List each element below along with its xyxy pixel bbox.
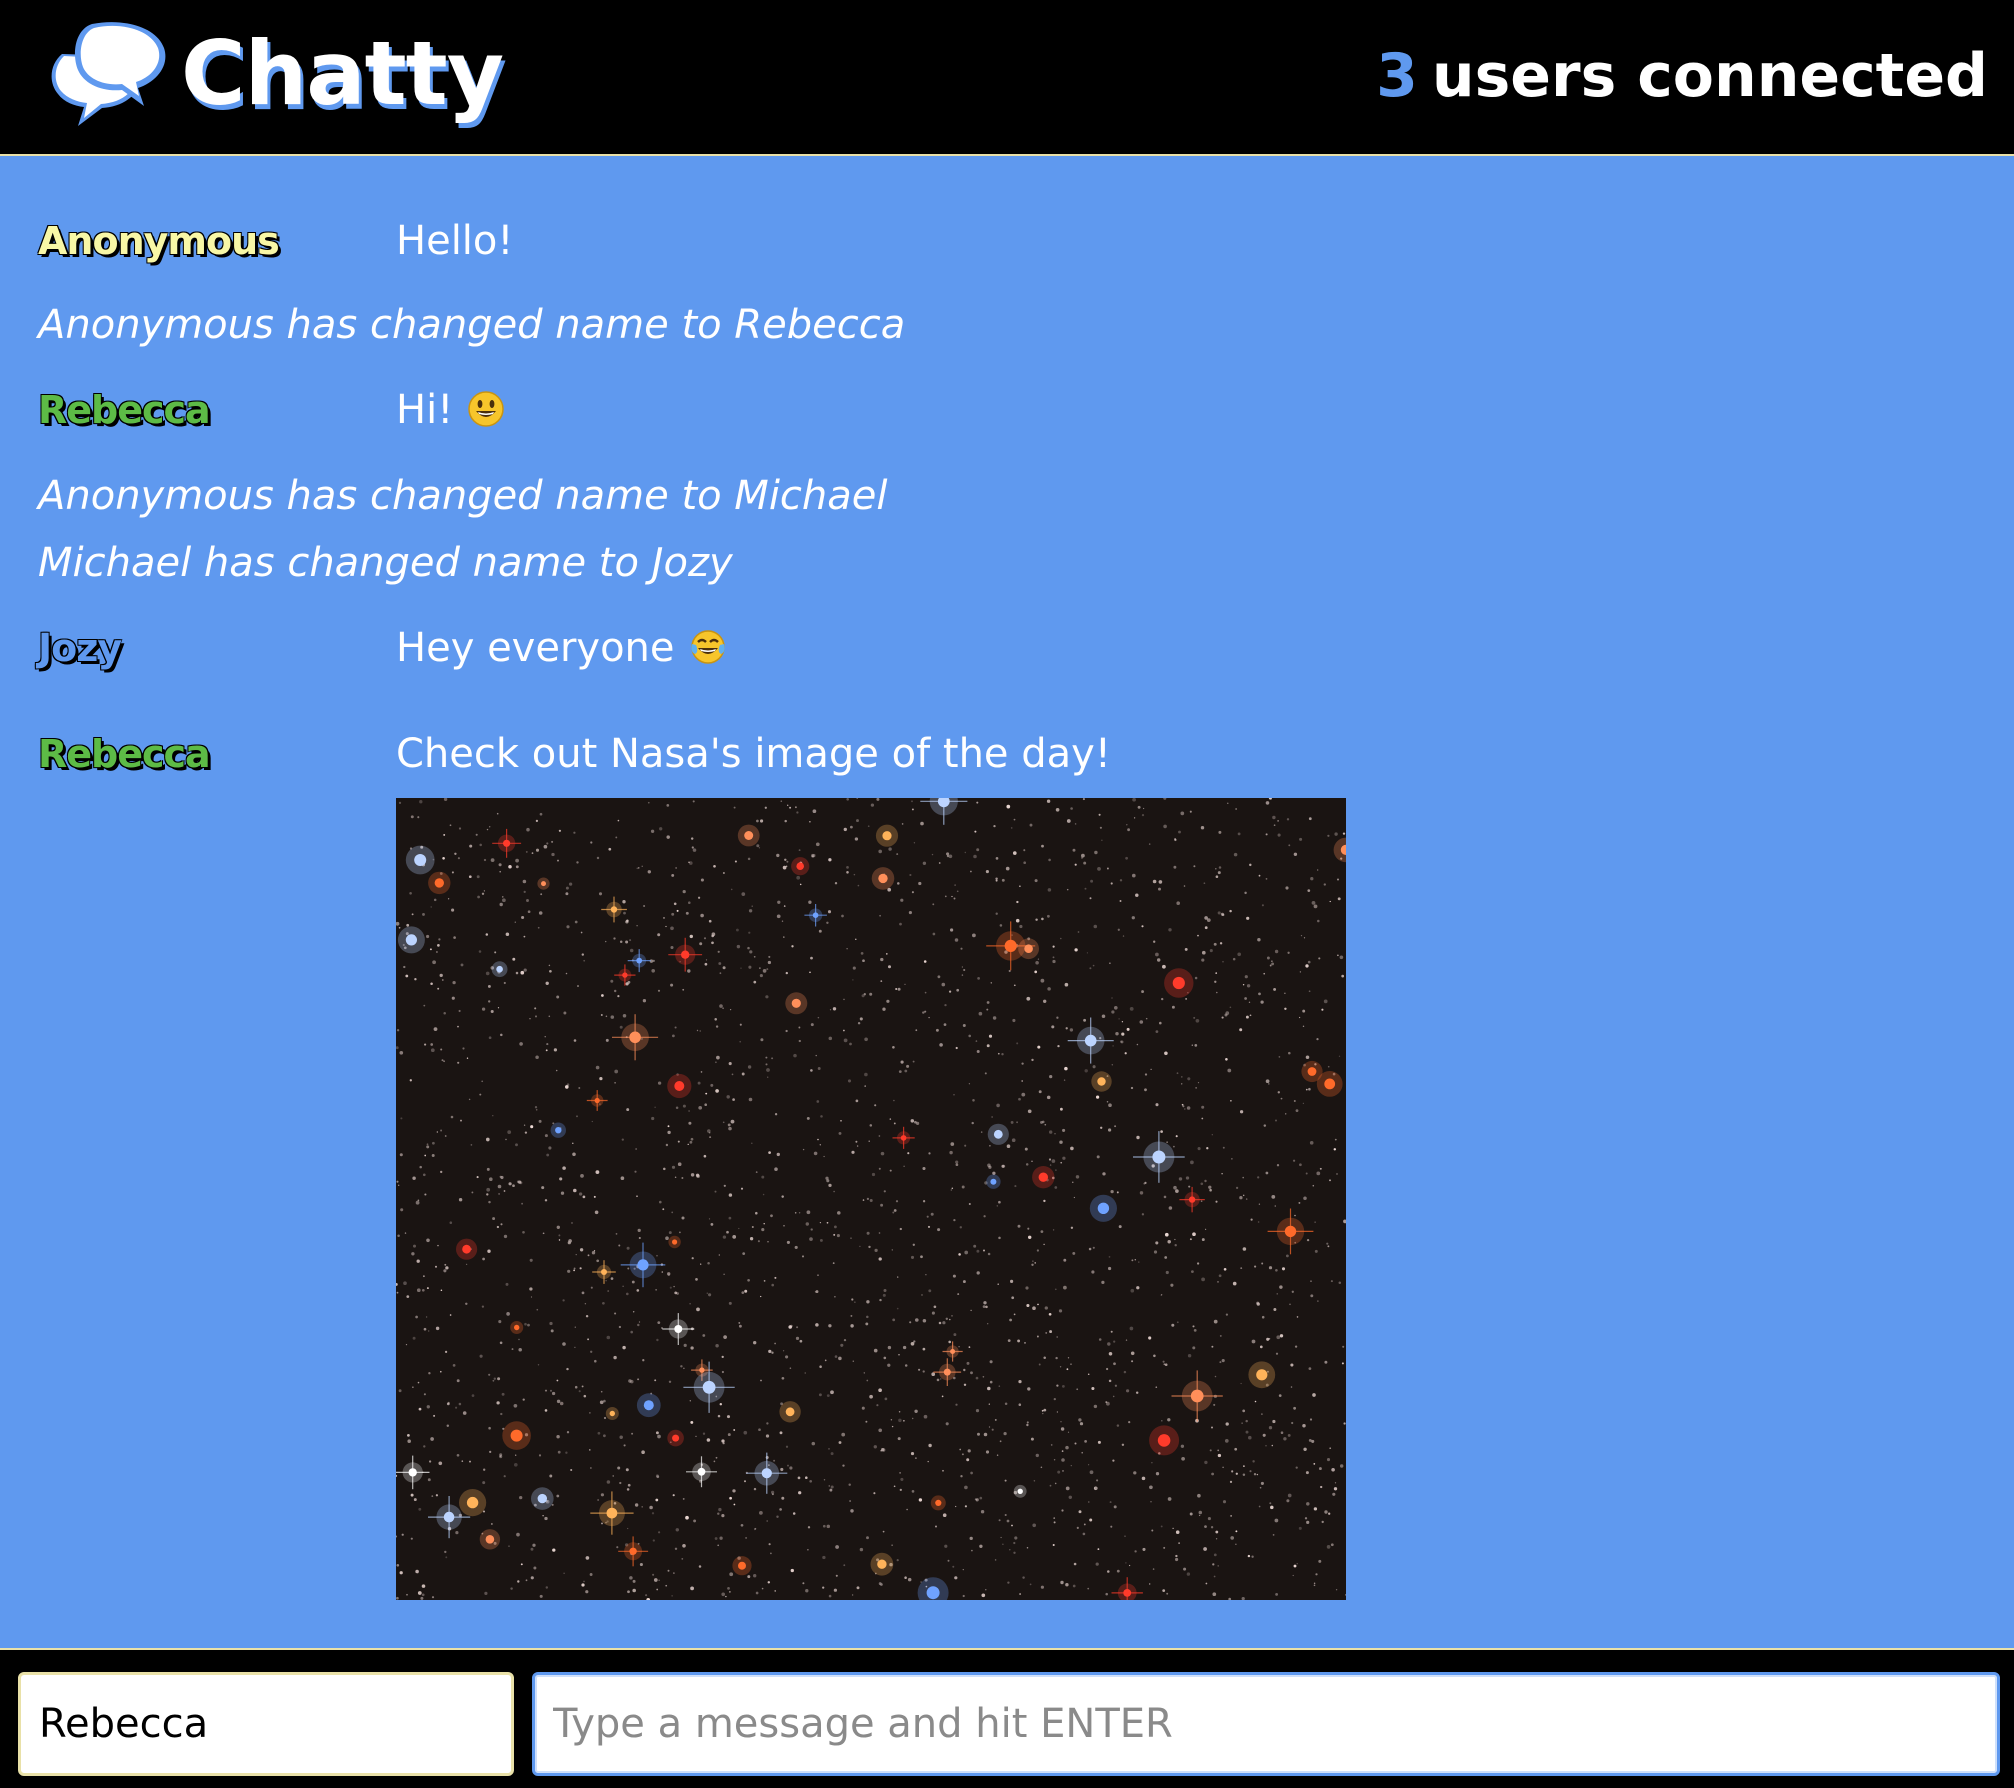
brand-link[interactable]: Chatty (44, 18, 504, 130)
message-text: Hey everyone (396, 625, 675, 671)
chat-bubbles-icon (51, 22, 166, 126)
star-cluster-icon (396, 798, 1346, 1600)
user-count-label: users connected (1431, 41, 1988, 111)
message: Rebecca Check out Nasa's image of the da… (38, 729, 1111, 779)
username-input[interactable] (18, 1672, 514, 1776)
tears-of-joy-emoji-icon (690, 630, 725, 664)
message-content: Hello! (396, 218, 514, 264)
message-content: Hey everyone (396, 623, 727, 673)
system-notification: Michael has changed name to Jozy (38, 540, 733, 586)
system-notification: Anonymous has changed name to Rebecca (38, 302, 906, 348)
message-content: Hi! (396, 385, 505, 435)
message-username: Rebecca (38, 388, 211, 432)
user-count-number: 3 (1376, 41, 1418, 111)
message-username: Jozy (38, 626, 122, 670)
chat-bar (0, 1648, 2014, 1788)
system-notification: Anonymous has changed name to Michael (38, 473, 888, 519)
star-cluster-image (396, 798, 1346, 1600)
message: Anonymous Hello! (38, 216, 513, 266)
message-input[interactable] (532, 1672, 2000, 1776)
message-content: Check out Nasa's image of the day! (396, 731, 1111, 777)
message: Rebecca Hi! (38, 385, 505, 435)
message-username: Anonymous (38, 219, 280, 263)
smiley-emoji-icon (468, 391, 504, 427)
navbar: Chatty 3 users connected (0, 0, 2014, 156)
message-text: Hi! (396, 387, 454, 433)
brand-name: Chatty (181, 22, 504, 125)
message: Jozy Hey everyone (38, 623, 727, 673)
message-username: Rebecca (38, 732, 211, 776)
message-list: Anonymous Hello! Anonymous has changed n… (0, 158, 2014, 1648)
users-connected-counter: 3 users connected (1376, 46, 1988, 106)
